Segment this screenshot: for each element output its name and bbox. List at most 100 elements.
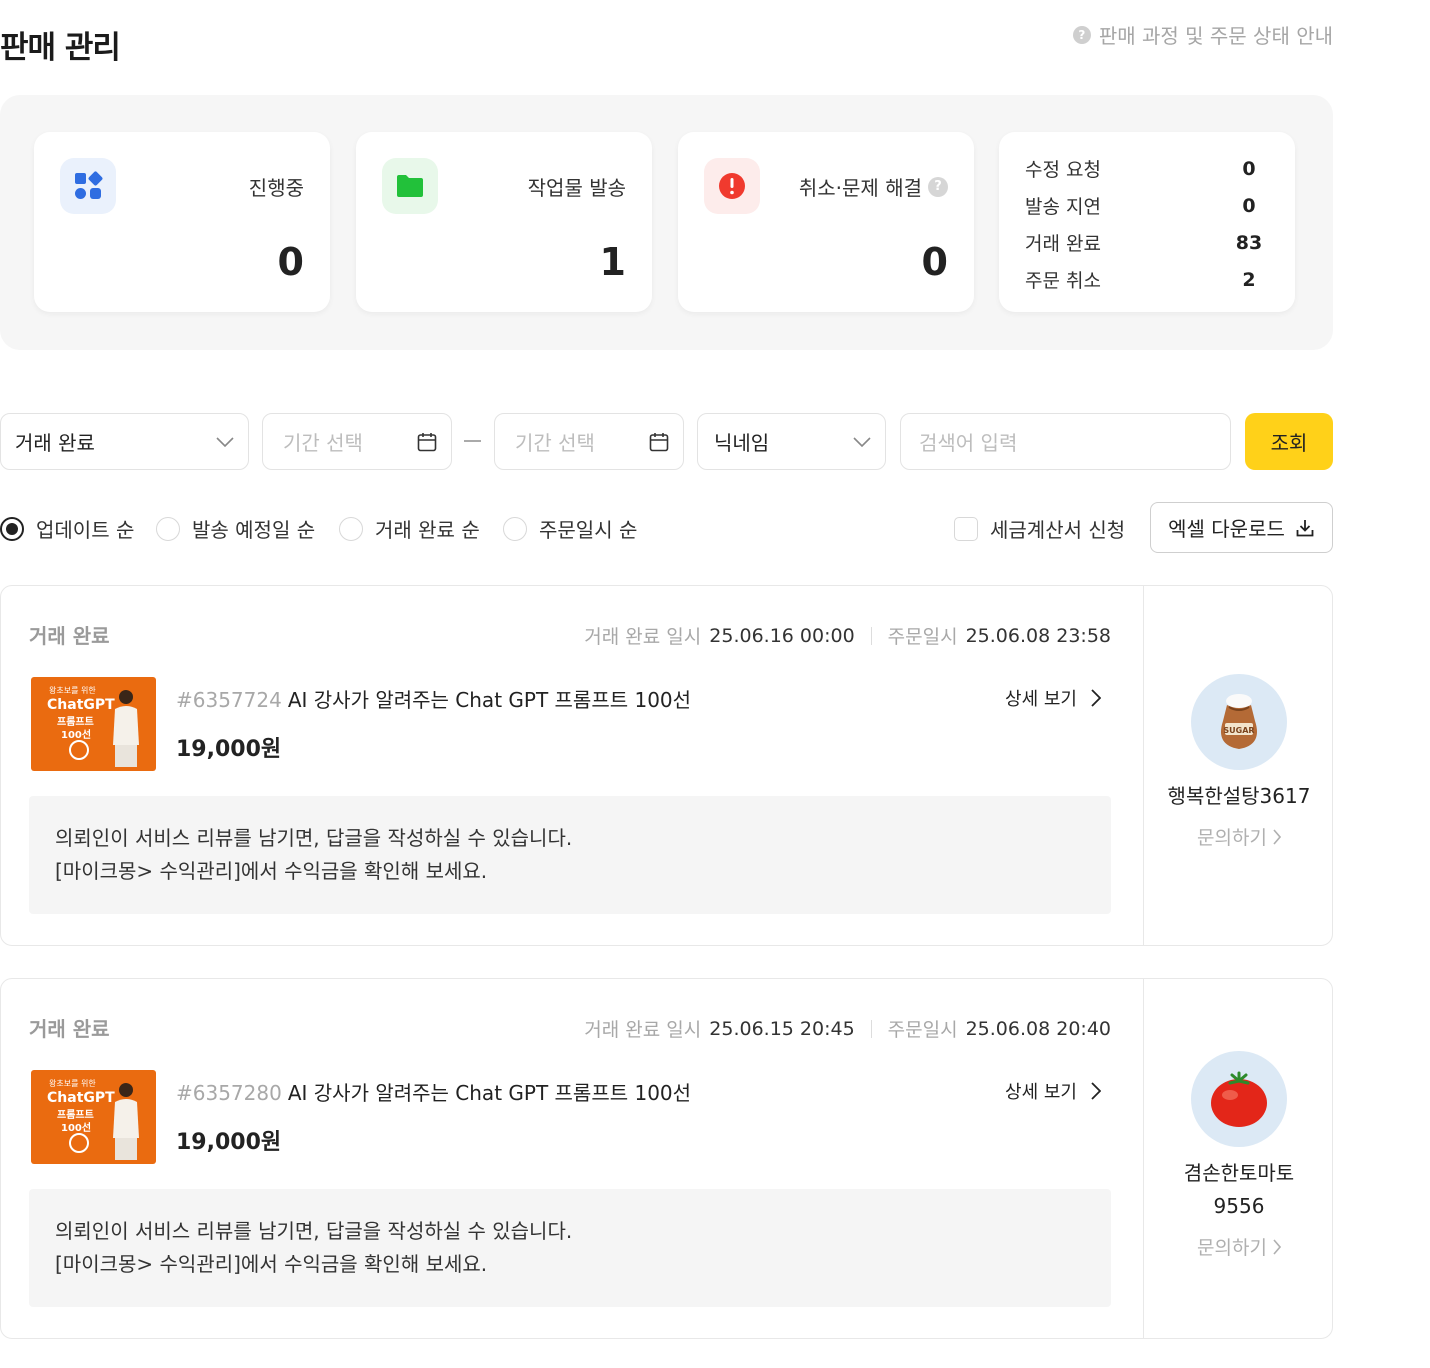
mini-value: 0 (1242, 157, 1256, 180)
notice-line: [마이크몽> 수익관리]에서 수익금을 확인해 보세요. (55, 859, 488, 883)
order-main: 거래 완료 거래 완료 일시 25.06.16 00:00 주문일시 25.06… (1, 586, 1144, 945)
complete-date-value: 25.06.16 00:00 (709, 624, 855, 647)
calendar-icon (649, 432, 669, 451)
mini-row-revision[interactable]: 수정 요청 0 (1025, 150, 1269, 187)
range-separator (464, 440, 481, 442)
page-title: 판매 관리 (0, 30, 121, 66)
sort-bar: 업데이트 순 발송 예정일 순 거래 완료 순 주문일시 순 세금계산서 신청 … (0, 500, 1333, 554)
product-thumbnail[interactable]: 왕초보를 위한 ChatGPT 프롬프트 100선 (31, 677, 156, 771)
question-icon[interactable]: ? (928, 176, 948, 197)
order-notice: 의뢰인이 서비스 리뷰를 남기면, 답글을 작성하실 수 있습니다. [마이크몽… (29, 796, 1111, 914)
thumb-text: 왕초보를 위한 (49, 1079, 96, 1088)
product-thumbnail[interactable]: 왕초보를 위한 ChatGPT 프롬프트 100선 (31, 1070, 156, 1164)
stat-card-in-progress[interactable]: 진행중 0 (34, 132, 330, 312)
order-number: #6357724 (176, 688, 282, 712)
inquiry-label: 문의하기 (1197, 1237, 1267, 1259)
notice-line: 의뢰인이 서비스 리뷰를 남기면, 답글을 작성하실 수 있습니다. (55, 826, 573, 850)
grid-icon (60, 158, 116, 214)
sort-option-ship-date[interactable]: 발송 예정일 순 (156, 514, 315, 543)
mini-value: 0 (1242, 194, 1256, 217)
radio-icon (339, 516, 363, 541)
date-to-input[interactable]: 기간 선택 (494, 413, 684, 470)
sort-option-completed[interactable]: 거래 완료 순 (339, 514, 480, 543)
stat-value: 0 (921, 240, 948, 284)
chevron-right-icon (1273, 1238, 1281, 1255)
order-status: 거래 완료 (29, 1017, 110, 1041)
sort-option-label: 발송 예정일 순 (192, 518, 316, 542)
chevron-right-icon (1091, 689, 1101, 707)
mini-row-cancel[interactable]: 주문 취소 2 (1025, 261, 1269, 298)
mini-label: 거래 완료 (1025, 233, 1101, 255)
tomato-icon[interactable] (1191, 1051, 1287, 1147)
openai-logo-icon (69, 1133, 89, 1153)
checkbox-icon (954, 516, 978, 541)
complete-date-value: 25.06.15 20:45 (709, 1017, 855, 1040)
search-button[interactable]: 조회 (1245, 413, 1333, 470)
mini-label: 발송 지연 (1025, 196, 1101, 218)
search-field-select[interactable]: 닉네임 (697, 413, 886, 470)
radio-icon (156, 516, 180, 541)
alert-icon (704, 158, 760, 214)
status-select[interactable]: 거래 완료 (0, 413, 249, 470)
guide-link-label: 판매 과정 및 주문 상태 안내 (1098, 24, 1333, 48)
excel-download-button[interactable]: 엑셀 다운로드 (1150, 502, 1333, 553)
sugar-sack-icon[interactable]: SUGAR (1191, 674, 1287, 770)
tax-invoice-label: 세금계산서 신청 (990, 518, 1126, 542)
sort-option-updated[interactable]: 업데이트 순 (0, 514, 134, 543)
sort-option-order-date[interactable]: 주문일시 순 (503, 514, 637, 543)
buyer-panel: SUGAR 행복한설탕3617 문의하기 (1144, 586, 1334, 945)
radio-selected-icon (0, 516, 24, 541)
complete-date-label: 거래 완료 일시 (584, 1019, 702, 1041)
order-number: #6357280 (176, 1081, 282, 1105)
instructor-photo-icon (113, 690, 139, 767)
inquiry-link[interactable]: 문의하기 (1197, 1233, 1281, 1260)
stat-card-cancel-issue[interactable]: 취소·문제 해결 ? 0 (678, 132, 974, 312)
detail-link[interactable]: 상세 보기 (1005, 685, 1101, 711)
thumb-text: ChatGPT (47, 697, 115, 713)
svg-text:SUGAR: SUGAR (1223, 726, 1254, 735)
product-title-text: AI 강사가 알려주는 Chat GPT 프롬프트 100선 (287, 688, 692, 712)
stat-card-mini-list: 수정 요청 0 발송 지연 0 거래 완료 83 주문 취소 2 (999, 132, 1295, 312)
instructor-photo-icon (113, 1083, 139, 1160)
buyer-panel: 겸손한토마토9556 문의하기 (1144, 979, 1334, 1338)
product-title[interactable]: #6357280 AI 강사가 알려주는 Chat GPT 프롬프트 100선 (176, 1077, 691, 1106)
order-dates: 거래 완료 일시 25.06.16 00:00 주문일시 25.06.08 23… (584, 622, 1111, 649)
divider (870, 1019, 872, 1038)
date-from-input[interactable]: 기간 선택 (262, 413, 452, 470)
product-price: 19,000원 (176, 737, 282, 762)
mini-row-delay[interactable]: 발송 지연 0 (1025, 187, 1269, 224)
sort-option-label: 주문일시 순 (539, 518, 638, 542)
order-date-label: 주문일시 (887, 626, 958, 648)
product-title[interactable]: #6357724 AI 강사가 알려주는 Chat GPT 프롬프트 100선 (176, 684, 691, 713)
thumb-text: 왕초보를 위한 (49, 686, 96, 695)
divider (870, 626, 872, 645)
detail-link-label: 상세 보기 (1005, 689, 1077, 710)
order-main: 거래 완료 거래 완료 일시 25.06.15 20:45 주문일시 25.06… (1, 979, 1144, 1338)
summary-panel: 진행중 0 작업물 발송 1 취소·문제 해결 ? 0 수정 요청 0 발송 지… (0, 95, 1333, 350)
folder-icon (382, 158, 438, 214)
stat-card-work-sent[interactable]: 작업물 발송 1 (356, 132, 652, 312)
download-icon (1296, 519, 1314, 536)
mini-value: 2 (1242, 268, 1256, 291)
inquiry-label: 문의하기 (1197, 827, 1267, 849)
thumb-text: ChatGPT (47, 1090, 115, 1106)
thumb-text: 100선 (61, 730, 92, 741)
buyer-nickname: 행복한설탕3617 (1167, 784, 1311, 808)
tax-invoice-checkbox[interactable]: 세금계산서 신청 (954, 514, 1125, 543)
inquiry-link[interactable]: 문의하기 (1197, 823, 1281, 850)
calendar-icon (417, 432, 437, 451)
mini-value-highlighted: 83 (1217, 217, 1281, 278)
detail-link[interactable]: 상세 보기 (1005, 1078, 1101, 1104)
search-input[interactable]: 검색어 입력 (900, 413, 1231, 470)
thumb-text: 100선 (61, 1123, 92, 1134)
filter-bar: 거래 완료 기간 선택 기간 선택 닉네임 검색어 입력 조회 (0, 413, 1333, 470)
order-status-guide-link[interactable]: ? 판매 과정 및 주문 상태 안내 (1072, 20, 1333, 49)
complete-date-label: 거래 완료 일시 (584, 626, 702, 648)
stat-label-text: 취소·문제 해결 (798, 176, 922, 200)
sort-option-label: 거래 완료 순 (375, 518, 480, 542)
excel-download-label: 엑셀 다운로드 (1168, 517, 1285, 541)
question-icon: ? (1072, 25, 1091, 44)
order-date-label: 주문일시 (887, 1019, 958, 1041)
order-card: 거래 완료 거래 완료 일시 25.06.16 00:00 주문일시 25.06… (0, 585, 1333, 946)
mini-row-complete[interactable]: 거래 완료 83 (1025, 217, 1281, 278)
